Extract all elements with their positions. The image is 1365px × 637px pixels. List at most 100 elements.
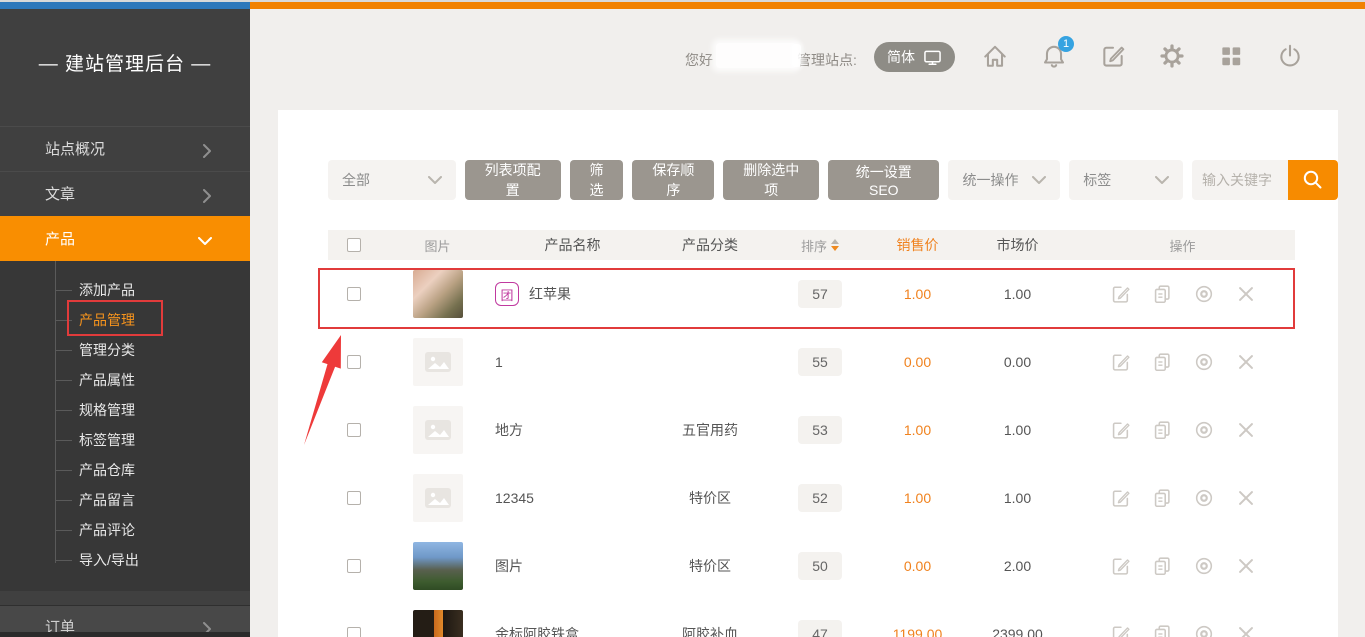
col-header-actions: 操作 (1070, 236, 1295, 255)
compose-edit-icon[interactable] (1100, 43, 1126, 69)
sale-price: 0.00 (870, 558, 965, 574)
notification-count-badge: 1 (1058, 36, 1074, 52)
home-icon[interactable] (982, 43, 1008, 69)
product-category: 五官用药 (650, 420, 770, 440)
row-checkbox[interactable] (347, 423, 361, 437)
copy-icon[interactable] (1151, 623, 1173, 637)
edit-icon[interactable] (1109, 555, 1131, 577)
product-thumbnail[interactable] (413, 610, 463, 637)
delete-x-icon[interactable] (1235, 351, 1257, 373)
sidebar-nav: 站点概况 文章 产品 添加产品 产品管理 管理分类 产品属性 规格管理 标签管理… (0, 126, 250, 637)
seo-settings-button[interactable]: 统一设置SEO (828, 160, 939, 200)
preview-eye-icon[interactable] (1193, 555, 1215, 577)
submenu-product-management[interactable]: 产品管理 (0, 305, 250, 335)
preview-eye-icon[interactable] (1193, 283, 1215, 305)
product-name[interactable]: 红苹果 (529, 284, 571, 304)
greeting-label: 您好 (685, 50, 713, 70)
notification-bell-icon[interactable]: 1 (1041, 43, 1067, 69)
row-checkbox[interactable] (347, 355, 361, 369)
select-all-checkbox[interactable] (347, 238, 361, 252)
product-name[interactable]: 地方 (495, 420, 523, 440)
delete-x-icon[interactable] (1235, 487, 1257, 509)
filter-all-dropdown[interactable]: 全部 (328, 160, 456, 200)
bulk-operation-dropdown[interactable]: 统一操作 (948, 160, 1060, 200)
copy-icon[interactable] (1151, 283, 1173, 305)
sort-value[interactable]: 50 (798, 552, 842, 580)
submenu-tag-management[interactable]: 标签管理 (0, 425, 250, 455)
product-name[interactable]: 图片 (495, 556, 523, 576)
preview-eye-icon[interactable] (1193, 351, 1215, 373)
row-checkbox[interactable] (347, 559, 361, 573)
sort-value[interactable]: 55 (798, 348, 842, 376)
save-order-button[interactable]: 保存顺序 (632, 160, 714, 200)
product-thumbnail[interactable] (413, 542, 463, 590)
language-switch-button[interactable]: 简体 (874, 42, 955, 72)
submenu-product-warehouse[interactable]: 产品仓库 (0, 455, 250, 485)
placeholder-image-icon[interactable] (413, 338, 463, 386)
submenu-product-reviews[interactable]: 产品评论 (0, 515, 250, 545)
sort-value[interactable]: 57 (798, 280, 842, 308)
preview-eye-icon[interactable] (1193, 623, 1215, 637)
monitor-icon (923, 49, 942, 66)
submenu-manage-categories[interactable]: 管理分类 (0, 335, 250, 365)
sidebar-item-articles[interactable]: 文章 (0, 171, 250, 216)
tag-dropdown[interactable]: 标签 (1069, 160, 1183, 200)
power-logout-icon[interactable] (1277, 43, 1303, 69)
edit-icon[interactable] (1109, 487, 1131, 509)
submenu-import-export[interactable]: 导入/导出 (0, 545, 250, 575)
apps-grid-icon[interactable] (1218, 43, 1244, 69)
sort-value[interactable]: 52 (798, 484, 842, 512)
sidebar-bottom-strip (0, 632, 250, 637)
delete-x-icon[interactable] (1235, 419, 1257, 441)
product-category: 阿胶补血 (650, 624, 770, 637)
submenu-product-messages[interactable]: 产品留言 (0, 485, 250, 515)
edit-icon[interactable] (1109, 623, 1131, 637)
product-name[interactable]: 12345 (495, 490, 534, 506)
edit-icon[interactable] (1109, 351, 1131, 373)
group-buy-badge: 团 (495, 282, 519, 306)
sort-arrows-icon (831, 239, 839, 251)
sidebar-item-products[interactable]: 产品 (0, 216, 250, 261)
sidebar-item-label: 站点概况 (45, 141, 105, 158)
chevron-down-icon (1032, 176, 1046, 185)
placeholder-image-icon[interactable] (413, 474, 463, 522)
search-input[interactable] (1192, 160, 1288, 200)
delete-x-icon[interactable] (1235, 283, 1257, 305)
app-title: — 建站管理后台 — (0, 49, 250, 76)
filter-button[interactable]: 筛选 (570, 160, 624, 200)
edit-icon[interactable] (1109, 419, 1131, 441)
row-checkbox[interactable] (347, 627, 361, 637)
product-name[interactable]: 1 (495, 354, 503, 370)
market-price: 0.00 (965, 354, 1070, 370)
product-thumbnail[interactable] (413, 270, 463, 318)
copy-icon[interactable] (1151, 419, 1173, 441)
submenu-spec-management[interactable]: 规格管理 (0, 395, 250, 425)
submenu-product-attributes[interactable]: 产品属性 (0, 365, 250, 395)
market-price: 1.00 (965, 286, 1070, 302)
delete-x-icon[interactable] (1235, 555, 1257, 577)
row-checkbox[interactable] (347, 491, 361, 505)
sidebar-top-strip (0, 2, 250, 9)
list-config-button[interactable]: 列表项配置 (465, 160, 561, 200)
submenu-add-product[interactable]: 添加产品 (0, 275, 250, 305)
preview-eye-icon[interactable] (1193, 419, 1215, 441)
copy-icon[interactable] (1151, 487, 1173, 509)
product-name[interactable]: 金标阿胶铁盒 (495, 624, 579, 637)
delete-x-icon[interactable] (1235, 623, 1257, 637)
sidebar-item-site-overview[interactable]: 站点概况 (0, 126, 250, 171)
sort-value[interactable]: 53 (798, 416, 842, 444)
copy-icon[interactable] (1151, 351, 1173, 373)
edit-icon[interactable] (1109, 283, 1131, 305)
placeholder-image-icon[interactable] (413, 406, 463, 454)
search-button[interactable] (1288, 160, 1338, 200)
copy-icon[interactable] (1151, 555, 1173, 577)
col-header-market-price: 市场价 (965, 235, 1070, 255)
sale-price: 0.00 (870, 354, 965, 370)
chevron-right-icon (203, 189, 212, 203)
preview-eye-icon[interactable] (1193, 487, 1215, 509)
col-header-sort[interactable]: 排序 (801, 236, 839, 255)
row-checkbox[interactable] (347, 287, 361, 301)
settings-gear-icon[interactable] (1159, 43, 1185, 69)
sort-value[interactable]: 47 (798, 620, 842, 637)
delete-selected-button[interactable]: 删除选中项 (723, 160, 819, 200)
